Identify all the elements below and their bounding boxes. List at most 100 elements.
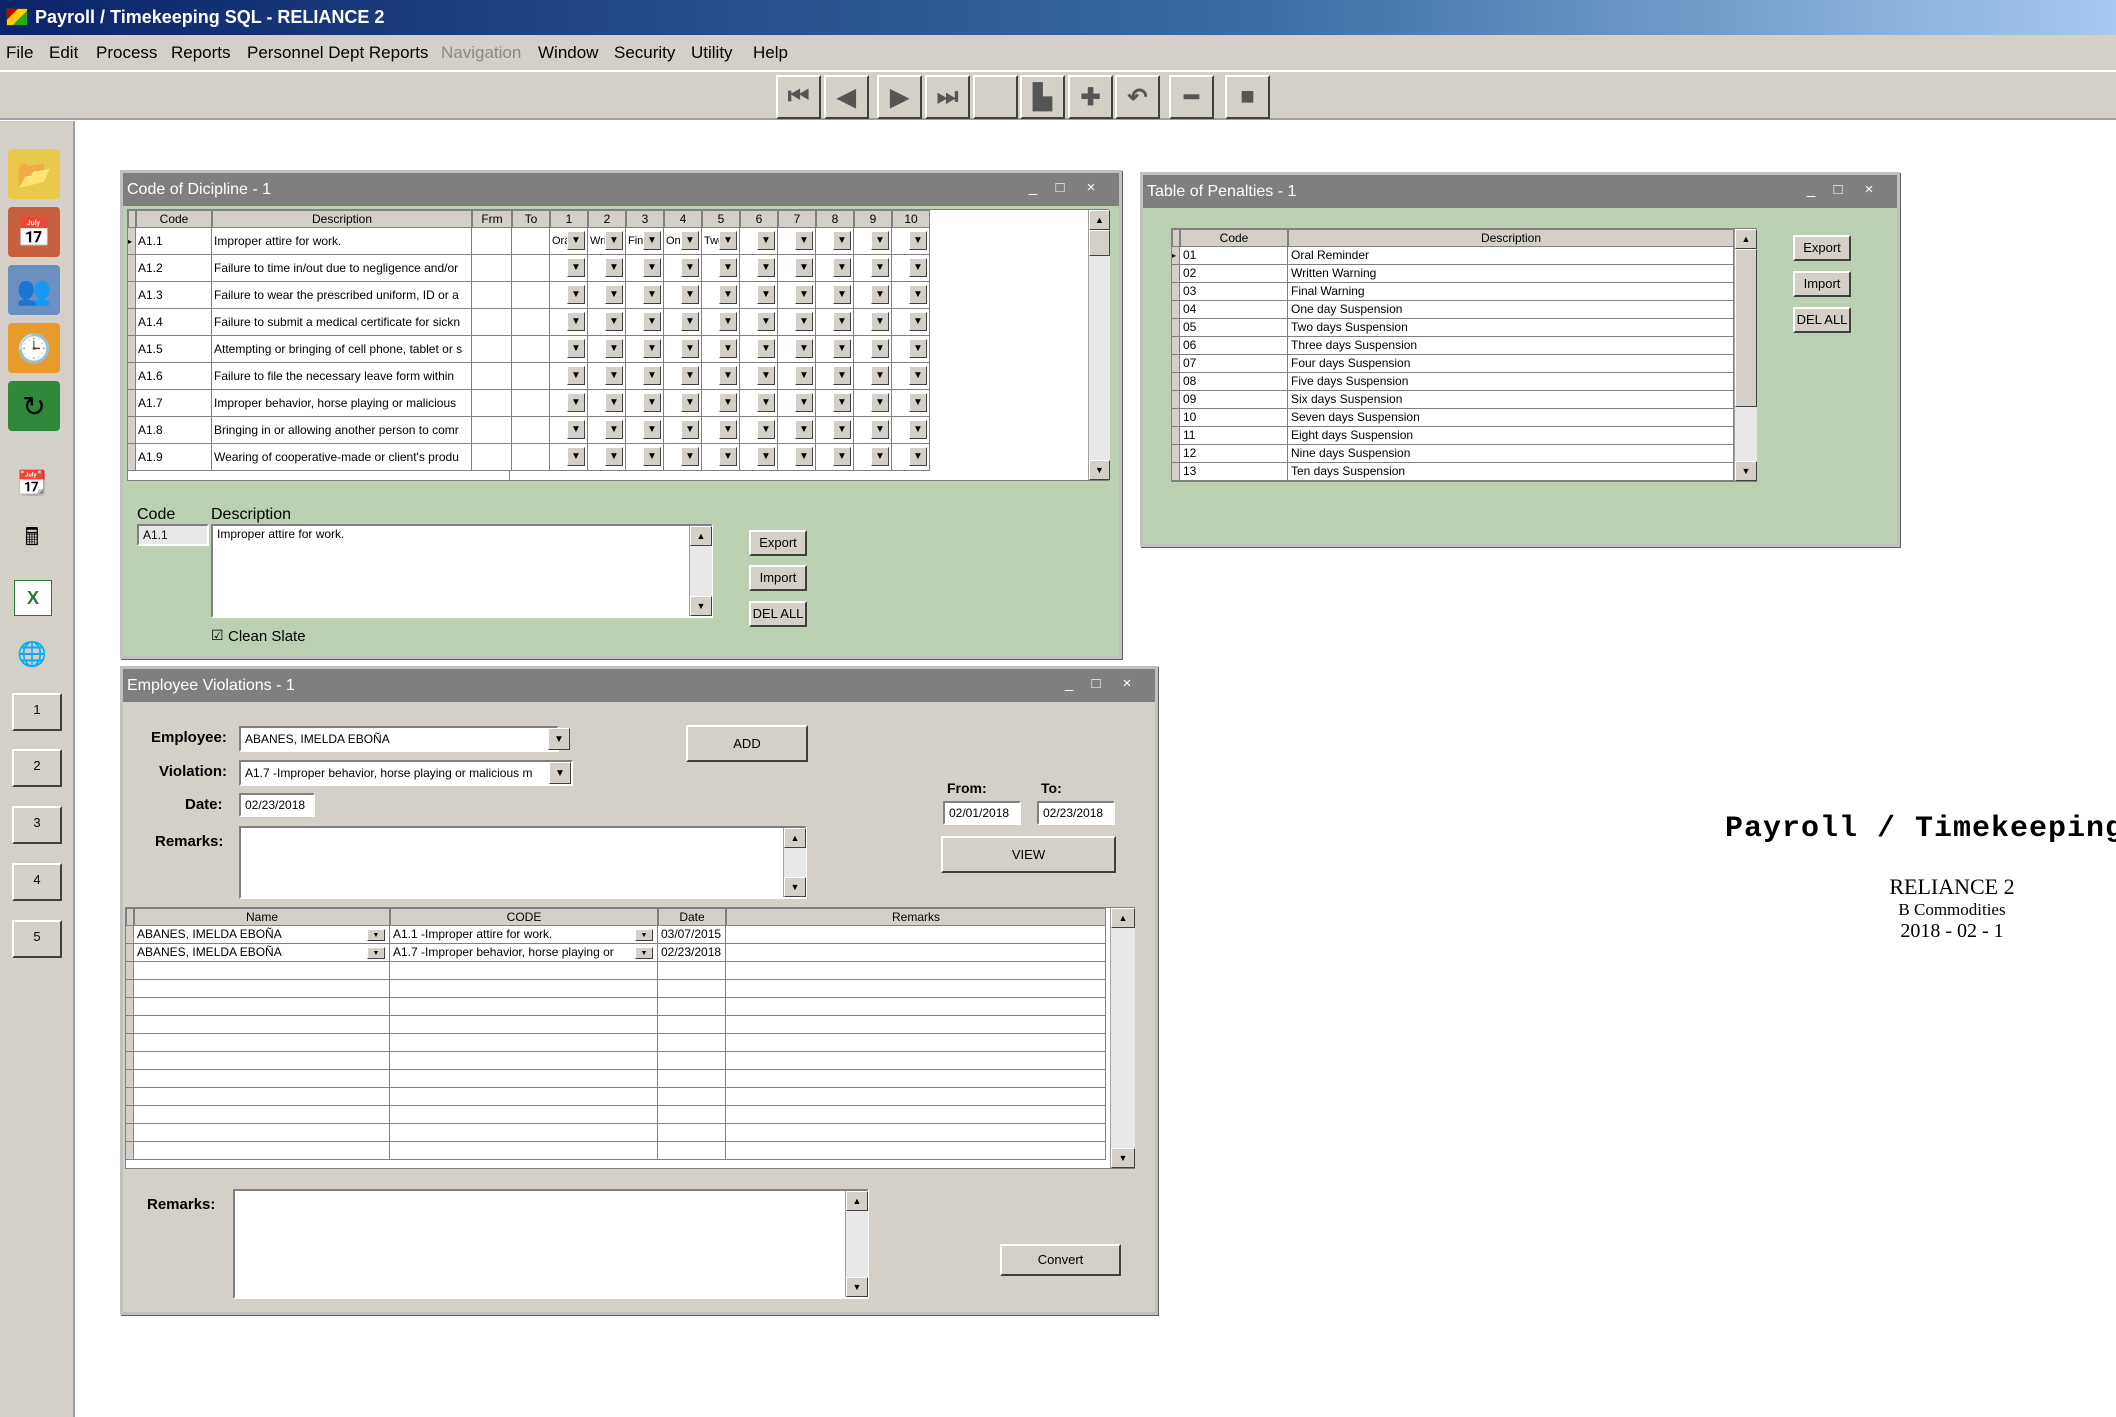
employee-select[interactable]: ABANES, IMELDA EBOÑA	[239, 726, 559, 752]
delete-icon[interactable]: ━	[1169, 75, 1214, 119]
code-cell[interactable]	[390, 998, 658, 1016]
chevron-down-icon[interactable]: ▼	[833, 447, 851, 466]
from-cell[interactable]	[472, 363, 512, 390]
undo-icon[interactable]: ↶	[1115, 75, 1160, 119]
chevron-down-icon[interactable]: ▼	[681, 339, 699, 358]
row-selector[interactable]	[128, 444, 136, 471]
import-button[interactable]: Import	[749, 565, 807, 591]
last-record-icon[interactable]: ⏭	[925, 75, 970, 119]
chevron-down-icon[interactable]: ▼	[757, 285, 775, 304]
penalty-dropdown-cell[interactable]: ▼	[854, 363, 892, 390]
penalty-dropdown-cell[interactable]: ▼	[588, 417, 626, 444]
chevron-down-icon[interactable]: ▼	[605, 231, 623, 250]
chevron-down-icon[interactable]: ▼	[567, 393, 585, 412]
name-cell[interactable]	[134, 962, 390, 980]
chevron-down-icon[interactable]: ▼	[635, 947, 653, 959]
minimize-button[interactable]: _	[1057, 669, 1081, 702]
row-selector[interactable]	[128, 282, 136, 309]
row-selector[interactable]	[128, 309, 136, 336]
row-selector[interactable]	[128, 336, 136, 363]
penalty-dropdown-cell[interactable]: ▼	[854, 282, 892, 309]
date-cell[interactable]	[658, 962, 726, 980]
scroll-up-icon[interactable]: ▲	[690, 526, 712, 546]
penalty-dropdown-cell[interactable]: ▼	[816, 228, 854, 255]
menu-personnel-dept-reports[interactable]: Personnel Dept Reports	[243, 35, 432, 71]
to-cell[interactable]	[512, 417, 550, 444]
penalty-dropdown-cell[interactable]: ▼	[892, 390, 930, 417]
penalty-dropdown-cell[interactable]: Fin ▼	[626, 228, 664, 255]
clock-icon[interactable]: 🕒	[8, 323, 60, 373]
scroll-down-icon[interactable]: ▼	[846, 1277, 868, 1297]
chevron-down-icon[interactable]: ▼	[795, 258, 813, 277]
chevron-down-icon[interactable]: ▼	[643, 393, 661, 412]
to-date-input[interactable]: 02/23/2018	[1037, 801, 1115, 825]
scroll-up-icon[interactable]: ▲	[1735, 229, 1757, 249]
date-cell[interactable]	[658, 1088, 726, 1106]
close-button[interactable]: ×	[1079, 173, 1103, 206]
code-cell[interactable]	[390, 962, 658, 980]
chevron-down-icon[interactable]: ▼	[605, 366, 623, 385]
chevron-down-icon[interactable]: ▼	[795, 339, 813, 358]
row-selector[interactable]	[1172, 265, 1180, 283]
penalty-dropdown-cell[interactable]: ▼	[702, 255, 740, 282]
chevron-down-icon[interactable]: ▼	[549, 762, 571, 784]
code-cell[interactable]	[390, 1052, 658, 1070]
to-cell[interactable]	[512, 336, 550, 363]
penalty-dropdown-cell[interactable]: ▼	[778, 309, 816, 336]
penalty-dropdown-cell[interactable]: Wri ▼	[588, 228, 626, 255]
penalty-dropdown-cell[interactable]: Two ▼	[702, 228, 740, 255]
row-selector[interactable]	[1172, 463, 1180, 481]
remarks-cell[interactable]	[726, 1052, 1106, 1070]
penalty-dropdown-cell[interactable]: ▼	[778, 228, 816, 255]
shortcut-3-button[interactable]: 3	[12, 806, 62, 844]
penalty-dropdown-cell[interactable]: ▼	[702, 417, 740, 444]
row-selector[interactable]	[126, 1106, 134, 1124]
penalty-dropdown-cell[interactable]: ▼	[778, 255, 816, 282]
name-cell[interactable]	[134, 1088, 390, 1106]
penalty-dropdown-cell[interactable]: ▼	[550, 363, 588, 390]
penalty-dropdown-cell[interactable]: ▼	[740, 255, 778, 282]
chevron-down-icon[interactable]: ▼	[833, 339, 851, 358]
penalty-dropdown-cell[interactable]: ▼	[626, 444, 664, 471]
chevron-down-icon[interactable]: ▼	[871, 447, 889, 466]
chevron-down-icon[interactable]: ▼	[605, 339, 623, 358]
scroll-down-icon[interactable]: ▼	[1111, 1148, 1135, 1168]
penalty-dropdown-cell[interactable]: Ora ▼	[550, 228, 588, 255]
date-cell[interactable]	[658, 1070, 726, 1088]
to-cell[interactable]	[512, 444, 550, 471]
penalty-dropdown-cell[interactable]: ▼	[626, 363, 664, 390]
scroll-down-icon[interactable]: ▼	[1089, 460, 1110, 480]
name-cell[interactable]	[134, 1016, 390, 1034]
penalties-scrollbar[interactable]: ▲ ▼	[1734, 229, 1757, 481]
penalty-dropdown-cell[interactable]: ▼	[740, 336, 778, 363]
menu-file[interactable]: File	[2, 35, 37, 71]
chevron-down-icon[interactable]: ▼	[909, 312, 927, 331]
penalty-dropdown-cell[interactable]: ▼	[588, 255, 626, 282]
view-button[interactable]: VIEW	[941, 836, 1116, 873]
name-cell[interactable]	[134, 1106, 390, 1124]
penalty-dropdown-cell[interactable]: ▼	[550, 390, 588, 417]
chevron-down-icon[interactable]: ▼	[719, 393, 737, 412]
date-cell[interactable]	[658, 1016, 726, 1034]
maximize-button[interactable]: □	[1084, 669, 1108, 702]
penalty-dropdown-cell[interactable]: ▼	[854, 228, 892, 255]
penalty-dropdown-cell[interactable]: ▼	[740, 363, 778, 390]
penalty-dropdown-cell[interactable]: ▼	[626, 390, 664, 417]
open-folder-icon[interactable]: 📂	[8, 149, 60, 199]
date-cell[interactable]: 03/07/2015	[658, 926, 726, 944]
penalty-dropdown-cell[interactable]: ▼	[854, 444, 892, 471]
penalty-dropdown-cell[interactable]: ▼	[702, 444, 740, 471]
penalty-dropdown-cell[interactable]: ▼	[892, 282, 930, 309]
scroll-down-icon[interactable]: ▼	[1735, 461, 1757, 481]
chevron-down-icon[interactable]: ▼	[605, 393, 623, 412]
penalty-dropdown-cell[interactable]: ▼	[740, 309, 778, 336]
to-cell[interactable]	[512, 255, 550, 282]
close-button[interactable]: ×	[1115, 669, 1139, 702]
penalty-dropdown-cell[interactable]: ▼	[740, 417, 778, 444]
code-cell[interactable]	[390, 1106, 658, 1124]
chevron-down-icon[interactable]: ▼	[909, 447, 927, 466]
penalty-dropdown-cell[interactable]: ▼	[892, 309, 930, 336]
to-cell[interactable]	[512, 390, 550, 417]
chevron-down-icon[interactable]: ▼	[605, 258, 623, 277]
chevron-down-icon[interactable]: ▼	[719, 285, 737, 304]
